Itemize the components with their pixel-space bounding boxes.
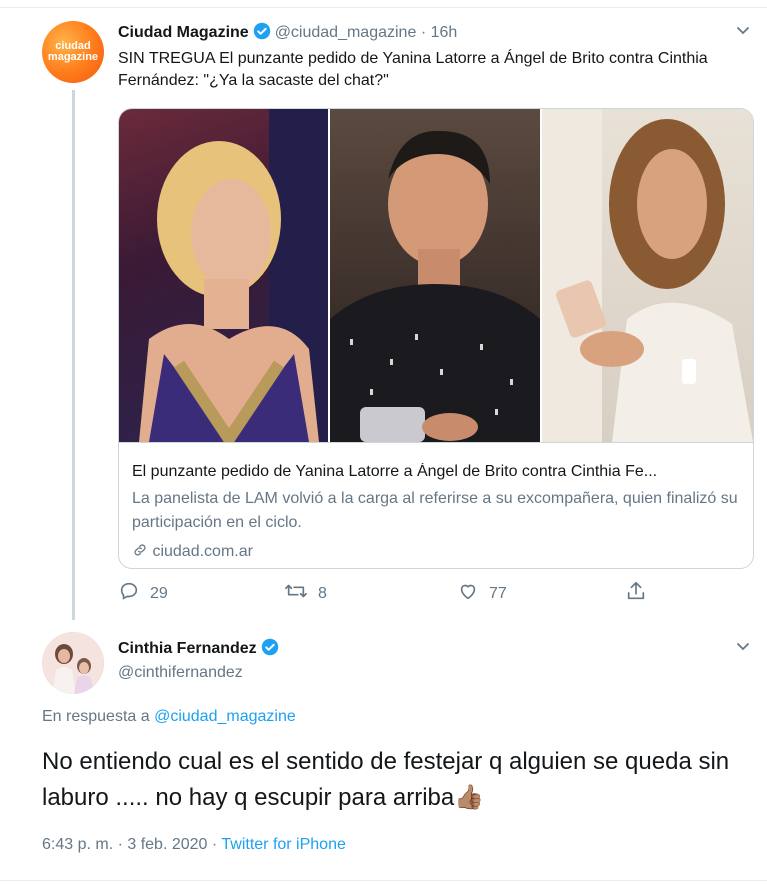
tweet-source-link[interactable]: Twitter for iPhone bbox=[221, 836, 346, 853]
card-photo-center bbox=[330, 109, 540, 442]
thread-line bbox=[72, 90, 75, 620]
reply-prefix: En respuesta a bbox=[42, 708, 150, 725]
tweet2-text-block: No entiendo cual es el sentido de festej… bbox=[42, 744, 742, 816]
verified-badge-icon bbox=[261, 638, 279, 661]
card-description: La panelista de LAM volvió a la carga al… bbox=[132, 490, 738, 531]
reply-to-link[interactable]: @ciudad_magazine bbox=[154, 708, 296, 725]
tweet2-meta: 6:43 p. m. · 3 feb. 2020 · Twitter for i… bbox=[42, 836, 346, 854]
card-domain[interactable]: ciudad.com.ar bbox=[132, 542, 253, 561]
card-domain-text: ciudad.com.ar bbox=[152, 543, 253, 560]
retweet-button[interactable]: 8 bbox=[284, 580, 327, 607]
reply-button[interactable]: 29 bbox=[118, 580, 168, 607]
ciudad-magazine-avatar[interactable]: ciudad magazine bbox=[42, 21, 104, 83]
thumbs-up-emoji: 👍🏽 bbox=[454, 784, 485, 811]
retweet-count: 8 bbox=[318, 584, 327, 602]
card-text-area: El punzante pedido de Yanina Latorre a Á… bbox=[119, 442, 753, 568]
link-icon bbox=[132, 543, 152, 560]
card-image-collage bbox=[119, 109, 753, 442]
link-card[interactable]: El punzante pedido de Yanina Latorre a Á… bbox=[118, 108, 754, 569]
bottom-divider bbox=[0, 880, 767, 881]
author-handle[interactable]: @ciudad_magazine bbox=[275, 24, 417, 41]
reply-icon bbox=[118, 580, 140, 607]
like-count: 77 bbox=[489, 584, 507, 602]
author2-name[interactable]: Cinthia Fernandez bbox=[118, 640, 257, 657]
tweet2-timestamp[interactable]: 6:43 p. m. · 3 feb. 2020 bbox=[42, 836, 207, 853]
cinthia-avatar[interactable] bbox=[42, 632, 104, 694]
top-divider bbox=[0, 0, 767, 8]
card-photo-right bbox=[542, 109, 753, 442]
retweet-icon bbox=[284, 580, 308, 607]
tweet1-header: Ciudad Magazine @ciudad_magazine · 16h bbox=[118, 22, 457, 45]
card-photo-left bbox=[119, 109, 328, 442]
chevron-down-icon[interactable] bbox=[735, 638, 751, 659]
meta-separator: · bbox=[207, 836, 222, 853]
card-title[interactable]: El punzante pedido de Yanina Latorre a Á… bbox=[132, 463, 742, 481]
author2-header: Cinthia Fernandez bbox=[118, 638, 283, 661]
chevron-down-icon[interactable] bbox=[735, 22, 751, 43]
author-name[interactable]: Ciudad Magazine bbox=[118, 24, 249, 41]
avatar-logo-line2: magazine bbox=[47, 51, 99, 63]
like-button[interactable]: 77 bbox=[457, 580, 507, 607]
tweet1-text: SIN TREGUA El punzante pedido de Yanina … bbox=[118, 50, 708, 89]
share-button[interactable] bbox=[625, 580, 647, 607]
heart-icon bbox=[457, 580, 479, 607]
author2-handle[interactable]: @cinthifernandez bbox=[118, 664, 243, 682]
verified-badge-icon bbox=[253, 22, 271, 45]
reply-context: En respuesta a @ciudad_magazine bbox=[42, 708, 296, 726]
reply-count: 29 bbox=[150, 584, 168, 602]
share-icon bbox=[625, 580, 647, 607]
tweet2-text: No entiendo cual es el sentido de festej… bbox=[42, 748, 730, 811]
tweet-time[interactable]: · 16h bbox=[421, 24, 457, 41]
